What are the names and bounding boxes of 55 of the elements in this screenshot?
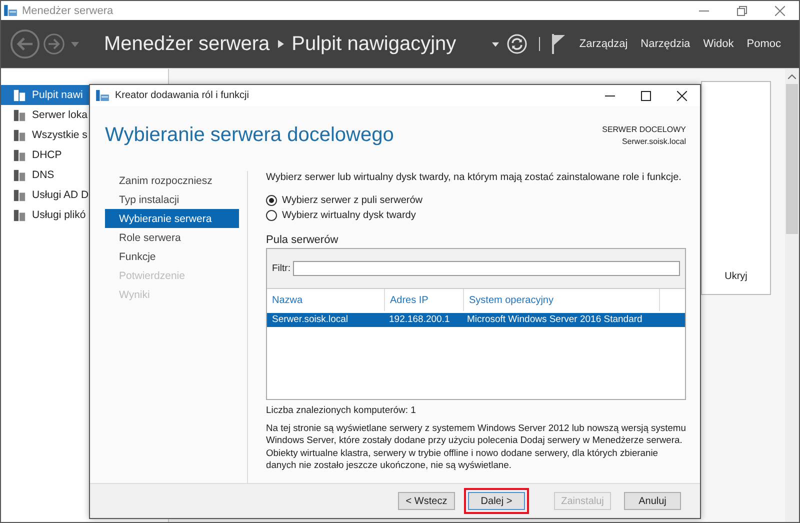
- server-icon: [13, 188, 26, 202]
- radio-button[interactable]: [266, 195, 277, 206]
- wizard-step[interactable]: Funkcje: [105, 247, 239, 266]
- table-row[interactable]: Serwer.soisk.local 192.168.200.1 Microsoft Windows Server 2016 Standard: [267, 313, 685, 327]
- wizard-step[interactable]: Zanim rozpoczniesz: [105, 171, 239, 190]
- menu-item[interactable]: Zarządzaj: [579, 38, 628, 50]
- info-text: Na tej stronie są wyświetlane serwery z systemem Windows Server 2012 lub nowszą wersją systemu Windows Server, które zostały dodane przy użyciu polecenia Dodaj serwery w Menedżerze serwera. Obiekty wirtualne klastra, serwery w trybie offline i nowo dodane serwery, dla których zbieranie danych nie zostało jeszcze ukończone, nie są wyświetlane.: [266, 422, 686, 472]
- wizard-button[interactable]: Anuluj: [624, 492, 681, 510]
- server-icon: [13, 128, 26, 142]
- column-header[interactable]: Adres IP: [385, 289, 464, 311]
- server-icon: [13, 148, 26, 162]
- destination-label: SERWER DOCELOWY: [602, 124, 686, 134]
- server-icon: [13, 168, 26, 182]
- wizard-step[interactable]: Role serwera: [105, 228, 239, 247]
- table-cell-text: Serwer.soisk.local: [271, 313, 350, 327]
- radio-label[interactable]: Wybierz serwer z puli serwerów: [282, 195, 422, 206]
- maximize-icon[interactable]: [641, 90, 651, 100]
- destination-server: Serwer.soisk.local: [622, 136, 686, 146]
- breadcrumb-item: Menedżer serwera: [104, 32, 270, 56]
- filter-field[interactable]: [293, 261, 680, 276]
- section-title: Pula serwerów: [266, 234, 340, 246]
- instruction-text: Wybierz serwer lub wirtualny dysk twardy, na którym mają zostać zainstalowane role i funkcje.: [266, 172, 682, 183]
- refresh-icon[interactable]: [507, 34, 528, 54]
- page-heading: Wybieranie serwera docelowego: [105, 124, 394, 146]
- radio-button[interactable]: [266, 210, 277, 221]
- wizard-button[interactable]: Dalej >: [468, 492, 525, 510]
- result-count: Liczba znalezionych komputerów: 1: [266, 405, 417, 416]
- server-icon: [13, 88, 26, 102]
- hide-link[interactable]: Ukryj: [724, 271, 748, 282]
- separator-icon: [278, 40, 284, 48]
- restore-icon[interactable]: [737, 6, 747, 16]
- column-header[interactable]: System operacyjny: [464, 289, 660, 311]
- dropdown-icon[interactable]: [492, 42, 500, 46]
- app-icon: [96, 90, 109, 101]
- server-icon: [13, 108, 26, 122]
- radio-label[interactable]: Wybierz wirtualny dysk twardy: [282, 210, 416, 221]
- sidebar-item[interactable]: Serwer loka: [1, 105, 168, 125]
- scroll-up-icon[interactable]: [788, 74, 796, 79]
- column-header[interactable]: Nazwa: [267, 289, 385, 311]
- menu-item[interactable]: Widok: [703, 38, 734, 50]
- server-icon: [13, 208, 26, 222]
- flag-icon[interactable]: [552, 34, 566, 54]
- app-icon: [4, 5, 17, 16]
- filter-label: Filtr:: [272, 263, 290, 274]
- window-title: Menedżer serwera: [22, 4, 114, 16]
- close-icon[interactable]: [677, 90, 687, 100]
- breadcrumb-item: Pulpit nawigacyjny: [292, 32, 456, 56]
- menu-item[interactable]: Pomoc: [746, 38, 781, 50]
- table-cell-text: 192.168.200.1: [388, 313, 451, 327]
- table-cell-text: Microsoft Windows Server 2016 Standard: [466, 313, 644, 327]
- wizard-button[interactable]: < Wstecz: [398, 492, 455, 510]
- wizard-step[interactable]: Typ instalacji: [105, 190, 239, 209]
- wizard-step[interactable]: Wybieranie serwera: [105, 209, 239, 228]
- sidebar-item[interactable]: DHCP: [1, 145, 168, 165]
- menu-item[interactable]: Narzędzia: [640, 38, 690, 50]
